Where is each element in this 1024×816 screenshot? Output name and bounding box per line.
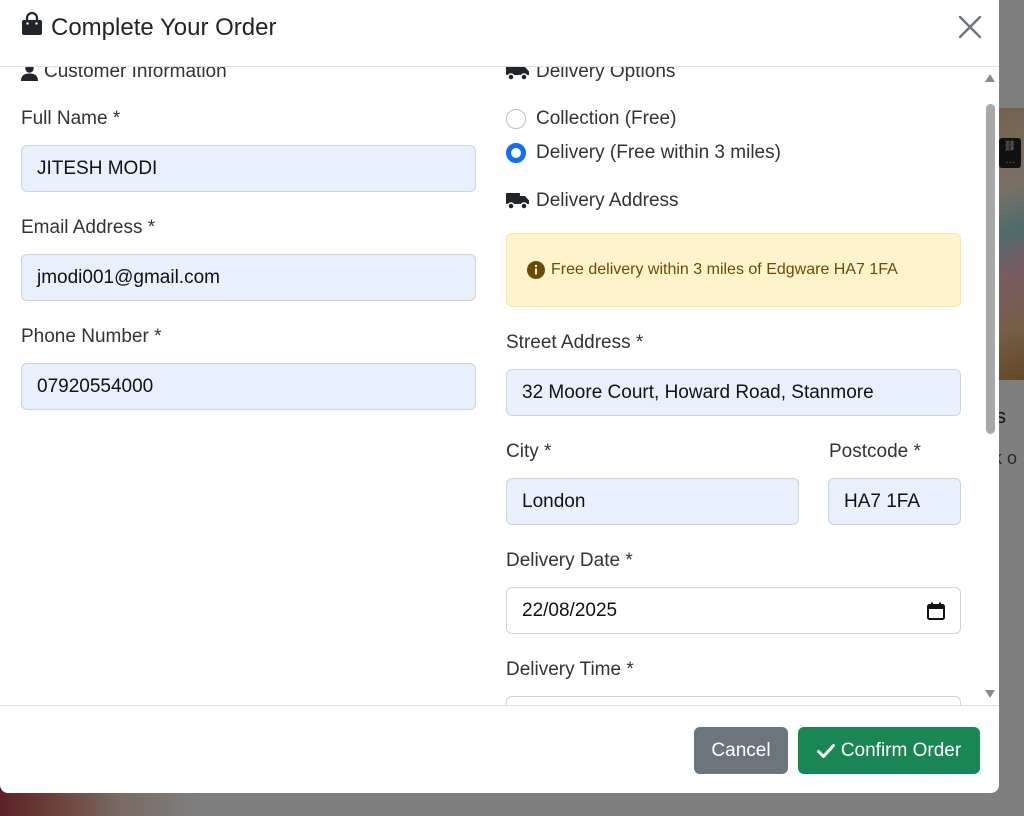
calendar-icon[interactable]: [927, 602, 945, 620]
full-name-value: JITESH MODI: [37, 157, 158, 179]
truck-icon: [506, 193, 529, 210]
phone-value: 07920554000: [37, 375, 154, 397]
scrollbar-thumb[interactable]: [986, 104, 995, 434]
radio-delivery-circle[interactable]: [506, 143, 526, 163]
confirm-order-button-label: Confirm Order: [840, 739, 962, 761]
info-circle-icon: [527, 261, 545, 279]
confirm-order-button[interactable]: Confirm Order: [798, 727, 980, 774]
modal-title-wrap: Complete Your Order: [21, 11, 277, 43]
street-address-value: 32 Moore Court, Howard Road, Stanmore: [522, 381, 874, 403]
order-modal: Complete Your Order Customer Information…: [0, 0, 999, 793]
user-icon: [21, 67, 38, 81]
email-value: jmodi001@gmail.com: [37, 266, 220, 288]
modal-body[interactable]: Customer Information Full Name * JITESH …: [0, 67, 999, 705]
delivery-info-alert: Free delivery within 3 miles of Edgware …: [506, 233, 961, 307]
cancel-button[interactable]: Cancel: [694, 727, 788, 774]
delivery-info-text: Free delivery within 3 miles of Edgware …: [551, 261, 898, 278]
radio-delivery[interactable]: Delivery (Free within 3 miles): [506, 142, 781, 164]
customer-info-heading-text: Customer Information: [44, 67, 227, 82]
full-name-input[interactable]: JITESH MODI: [21, 145, 476, 192]
close-icon: [958, 15, 982, 39]
delivery-date-value: 22/08/2025: [522, 599, 618, 621]
shopping-bag-icon: [21, 11, 43, 43]
street-address-label: Street Address *: [506, 332, 644, 353]
radio-collection-label: Collection (Free): [536, 108, 677, 129]
customer-info-heading: Customer Information: [21, 67, 227, 83]
delivery-date-input[interactable]: 22/08/2025: [506, 587, 961, 634]
close-button[interactable]: [955, 12, 985, 42]
city-input[interactable]: London: [506, 478, 799, 525]
modal-header: Complete Your Order: [0, 0, 999, 67]
delivery-address-heading-text: Delivery Address: [536, 190, 679, 211]
scroll-down-arrow-icon: [985, 690, 995, 698]
delivery-address-heading: Delivery Address: [506, 190, 679, 212]
delivery-options-heading: Delivery Options: [506, 67, 675, 83]
radio-delivery-label: Delivery (Free within 3 miles): [536, 142, 781, 163]
truck-icon: [506, 67, 529, 81]
phone-label: Phone Number *: [21, 326, 162, 347]
cancel-button-label: Cancel: [711, 739, 771, 761]
modal-title: Complete Your Order: [51, 13, 277, 41]
delivery-time-label: Delivery Time *: [506, 659, 634, 680]
full-name-label: Full Name *: [21, 108, 121, 129]
postcode-input[interactable]: HA7 1FA: [828, 478, 961, 525]
city-label: City *: [506, 441, 552, 462]
postcode-label: Postcode *: [829, 441, 921, 462]
email-input[interactable]: jmodi001@gmail.com: [21, 254, 476, 301]
delivery-date-label: Delivery Date *: [506, 550, 633, 571]
radio-collection[interactable]: Collection (Free): [506, 108, 676, 130]
modal-scrollbar[interactable]: [981, 67, 999, 705]
check-icon: [816, 743, 835, 758]
postcode-value: HA7 1FA: [844, 490, 921, 512]
delivery-options-heading-text: Delivery Options: [536, 67, 676, 82]
email-label: Email Address *: [21, 217, 156, 238]
radio-collection-circle[interactable]: [506, 109, 526, 129]
phone-input[interactable]: 07920554000: [21, 363, 476, 410]
delivery-time-select[interactable]: [506, 696, 961, 705]
scroll-up-arrow-icon: [985, 74, 995, 82]
modal-footer: Cancel Confirm Order: [0, 705, 999, 793]
street-address-input[interactable]: 32 Moore Court, Howard Road, Stanmore: [506, 369, 961, 416]
city-value: London: [522, 490, 586, 512]
